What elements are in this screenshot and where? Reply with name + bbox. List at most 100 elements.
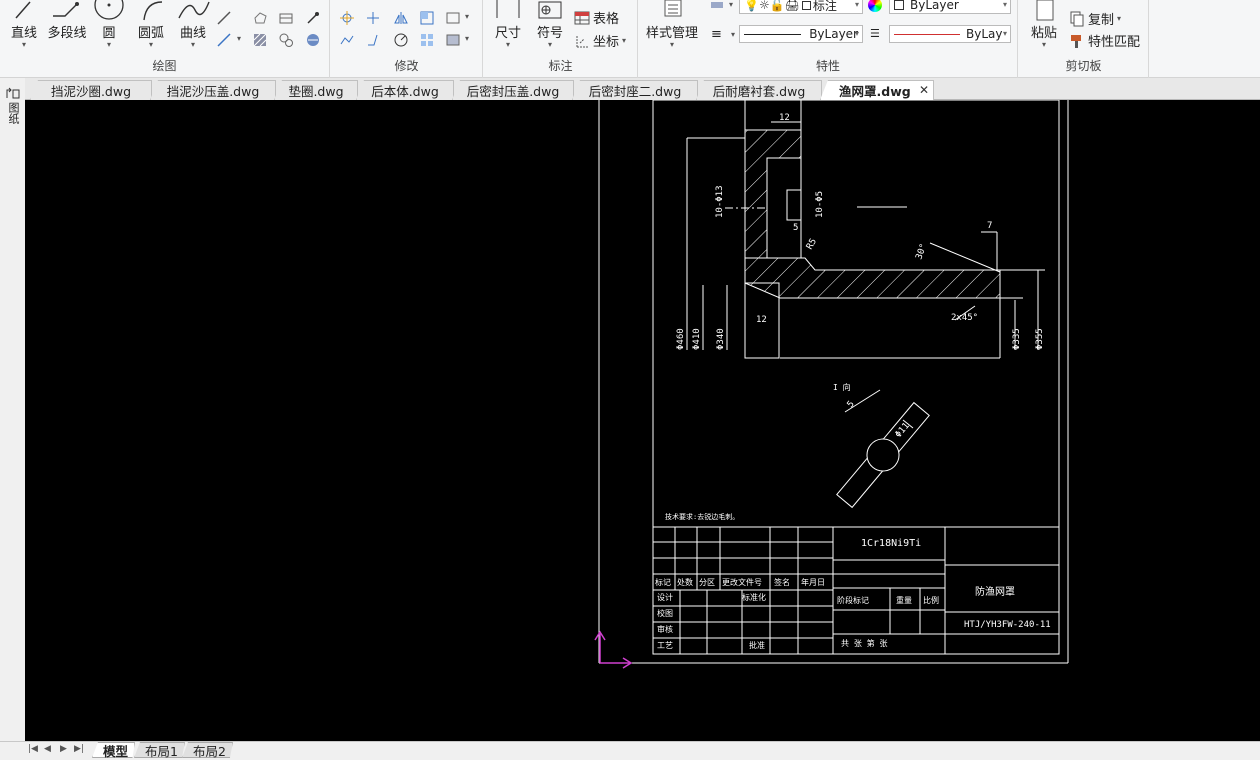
layer-color-swatch xyxy=(801,0,811,10)
region-icon[interactable] xyxy=(252,10,268,26)
array-icon[interactable] xyxy=(419,32,435,48)
sheet-set-icon[interactable] xyxy=(5,86,21,100)
line-icon xyxy=(15,1,31,19)
stretch-icon[interactable] xyxy=(339,32,355,48)
linetype-combo[interactable]: ByLayer ▾ xyxy=(739,25,863,43)
line-button[interactable]: 直线 ▾ xyxy=(6,0,42,49)
symbol-icon xyxy=(538,1,562,19)
polyline-icon xyxy=(53,2,79,17)
detail-hole xyxy=(866,438,900,472)
layout-tab-2[interactable]: 布局2 xyxy=(182,742,233,758)
layout-tab-model[interactable]: 模型 xyxy=(92,742,136,758)
first-layout-icon[interactable]: |◀ xyxy=(28,744,38,754)
ray-icon[interactable] xyxy=(216,10,232,26)
table-draw-icon[interactable] xyxy=(278,10,294,26)
part-flange xyxy=(744,257,1001,299)
layout-tab-1[interactable]: 布局1 xyxy=(134,742,185,758)
arc-label: 圆弧 xyxy=(137,26,164,41)
tab-后密封压盖[interactable]: 后密封压盖.dwg xyxy=(452,80,574,100)
layout-tab-label: 布局1 xyxy=(145,743,178,759)
style-manager-icon xyxy=(664,0,682,17)
tab-后密封座二[interactable]: 后密封座二.dwg xyxy=(572,80,698,100)
lightbulb-icon: 💡 xyxy=(744,0,759,12)
tab-后耐磨衬套[interactable]: 后耐磨衬套.dwg xyxy=(696,80,822,100)
left-sidebar: 图纸 xyxy=(0,78,25,758)
tab-后本体[interactable]: 后本体.dwg xyxy=(356,80,454,100)
symbol-button[interactable]: 符号 ▾ xyxy=(532,0,568,49)
chevron-down-icon: ▾ xyxy=(669,40,674,49)
tab-挡泥沙圈[interactable]: 挡泥沙圈.dwg xyxy=(30,80,152,100)
tab-label: 后密封压盖.dwg xyxy=(466,84,560,99)
dim-text: 5 xyxy=(793,223,798,233)
chevron-down-icon: ▾ xyxy=(465,34,470,43)
close-icon[interactable]: ✕ xyxy=(919,83,929,97)
properties-panel: 样式管理 ▾ ▾ 💡 ☼ 🔓 🖨 标注 ▾ ByLayer ▾ ≡ ▾ ByLa… xyxy=(639,0,1018,78)
chevron-down-icon: ▾ xyxy=(465,12,470,21)
dimension-button[interactable]: 尺寸 ▾ xyxy=(490,0,526,49)
chevron-down-icon: ▾ xyxy=(854,29,859,38)
sidebar-label[interactable]: 图纸 xyxy=(5,102,20,124)
arc-icon xyxy=(143,1,163,21)
dim-text: 12 xyxy=(756,315,767,325)
drawing-canvas[interactable]: 12 12 10-Φ13 10-Φ5 5 R5 7 30° 2x45° Φ460… xyxy=(25,100,1260,741)
lineweight-sample xyxy=(894,33,960,35)
trim-icon[interactable] xyxy=(365,10,381,26)
layer-combo[interactable]: 💡 ☼ 🔓 🖨 标注 ▾ xyxy=(739,0,863,14)
circle-button[interactable]: 圆 ▾ xyxy=(92,0,126,49)
prev-layout-icon[interactable]: ◀ xyxy=(44,744,51,754)
tb-header: 签名 xyxy=(774,577,790,587)
dim-text: 12 xyxy=(779,113,790,123)
tb-row-label: 审核 xyxy=(657,624,673,634)
tab-label: 后耐磨衬套.dwg xyxy=(712,84,806,99)
tab-垫圈[interactable]: 垫圈.dwg xyxy=(274,80,358,100)
offset-icon[interactable] xyxy=(445,10,461,26)
point-icon[interactable] xyxy=(305,10,321,26)
circle-icon xyxy=(94,0,124,20)
circle-label: 圆 xyxy=(102,26,116,41)
copy-button[interactable]: 复制 ▾ xyxy=(1069,9,1121,28)
color-combo[interactable]: ByLayer ▾ xyxy=(889,0,1011,14)
rotate-icon[interactable] xyxy=(365,32,381,48)
chevron-down-icon: ▾ xyxy=(729,0,734,9)
wipeout-icon[interactable] xyxy=(305,32,321,48)
hatch-icon[interactable] xyxy=(252,32,268,48)
boundary-icon[interactable] xyxy=(278,32,294,48)
match-properties-label: 特性匹配 xyxy=(1088,35,1141,50)
color-wheel-icon[interactable] xyxy=(868,0,882,12)
linetype-sample xyxy=(744,33,802,35)
explode-icon[interactable] xyxy=(445,32,461,48)
next-layout-icon[interactable]: ▶ xyxy=(60,744,67,754)
xline-icon[interactable] xyxy=(216,32,232,48)
chevron-down-icon: ▾ xyxy=(106,40,111,49)
tab-挡泥沙压盖[interactable]: 挡泥沙压盖.dwg xyxy=(150,80,276,100)
dim-text: 7 xyxy=(987,221,992,231)
draw-panel-title: 绘图 xyxy=(152,59,177,73)
mirror-icon[interactable] xyxy=(393,10,409,26)
style-manager-button[interactable]: 样式管理 ▾ xyxy=(643,0,701,49)
table-button[interactable]: 表格 xyxy=(574,8,619,27)
dim-text: 5 xyxy=(846,399,857,410)
paste-button[interactable]: 粘贴 ▾ xyxy=(1025,0,1063,49)
dim-text: Φ335 xyxy=(1012,328,1022,350)
copy-icon[interactable] xyxy=(419,10,435,26)
scale-icon[interactable] xyxy=(393,32,409,48)
tb-row-label: 批准 xyxy=(749,640,765,650)
coordinate-button[interactable]: 坐标 ▾ xyxy=(574,31,626,50)
layer-properties-icon[interactable] xyxy=(709,0,725,16)
spline-icon xyxy=(178,1,210,19)
tb-header: 分区 xyxy=(699,578,715,587)
move-icon[interactable] xyxy=(339,10,355,26)
spline-button[interactable]: 曲线 ▾ xyxy=(174,0,212,49)
match-properties-button[interactable]: 特性匹配 xyxy=(1069,31,1140,50)
lineweight-combo[interactable]: ByLay ▾ xyxy=(889,25,1011,43)
part-inner-cut xyxy=(766,157,802,259)
lineweight-icon[interactable]: ☰ xyxy=(870,27,880,40)
tab-渔网罩[interactable]: 渔网罩.dwg ✕ xyxy=(820,80,934,100)
tb-sheet-count: 共 张 第 张 xyxy=(841,638,887,648)
layout-tabbar: |◀ ◀ ▶ ▶| 模型 布局1 布局2 xyxy=(0,741,1260,758)
tab-label: 后密封座二.dwg xyxy=(588,84,682,99)
last-layout-icon[interactable]: ▶| xyxy=(74,744,84,754)
list-icon[interactable]: ≡ xyxy=(711,27,722,42)
arc-button[interactable]: 圆弧 ▾ xyxy=(132,0,170,49)
polyline-button[interactable]: 多段线 xyxy=(44,0,90,41)
